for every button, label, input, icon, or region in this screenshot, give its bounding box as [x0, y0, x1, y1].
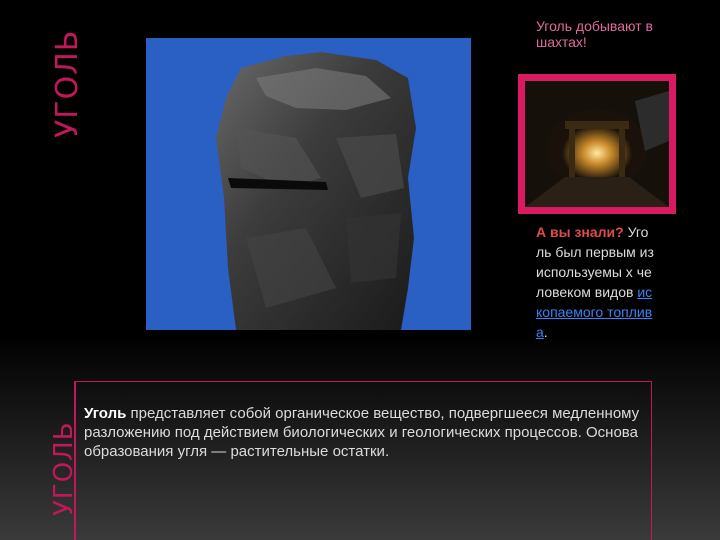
did-you-know-fact: А вы знали? Уголь был первым из использу…	[536, 222, 656, 342]
coal-photo	[146, 38, 471, 330]
description-box: Уголь представляет собой органическое ве…	[74, 381, 652, 540]
description-text: представляет собой органическое вещество…	[84, 405, 640, 460]
mine-photo	[518, 74, 676, 214]
mining-caption: Уголь добывают в шахтах!	[536, 18, 653, 50]
fact-question: А вы знали?	[536, 224, 624, 240]
description-bold: Уголь	[84, 405, 127, 422]
fact-text-end: .	[543, 324, 548, 340]
vertical-title-top: УГОЛЬ	[50, 29, 85, 138]
